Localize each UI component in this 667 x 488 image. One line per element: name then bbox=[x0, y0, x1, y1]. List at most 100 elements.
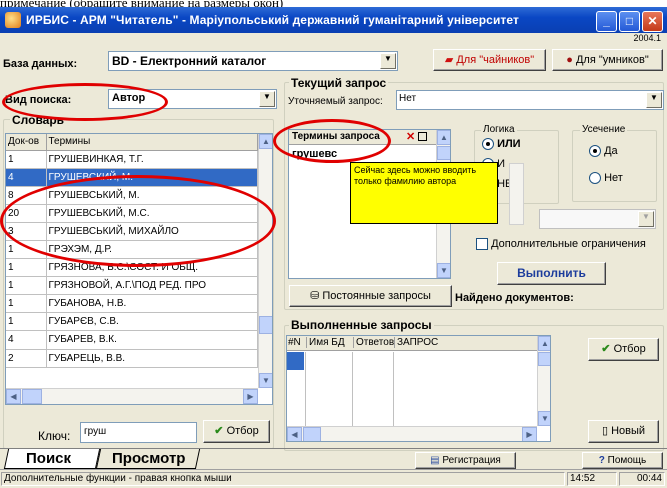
radio-icon bbox=[482, 138, 494, 151]
done-select-button[interactable]: ✔ Отбор bbox=[588, 338, 659, 361]
scroll-down-icon[interactable]: ▼ bbox=[538, 411, 550, 426]
list-item[interactable]: 2 ГУБАРЕЦЬ, В.В. bbox=[6, 349, 258, 368]
docs-count: 4 bbox=[6, 330, 47, 350]
truncation-no-option[interactable]: Нет bbox=[589, 172, 623, 185]
novice-button[interactable]: ▰ Для "чайников" bbox=[433, 49, 546, 71]
version-label: 2004.1 bbox=[633, 33, 661, 43]
truncation-yes-option[interactable]: Да bbox=[589, 145, 618, 158]
docs-count: 1 bbox=[6, 150, 47, 169]
maximize-button[interactable]: □ bbox=[619, 11, 640, 32]
scroll-down-icon[interactable]: ▼ bbox=[259, 373, 272, 388]
list-item[interactable]: 1 ГРЯЗНОВОЙ, А.Г.\ПОД РЕД. ПРО bbox=[6, 276, 258, 296]
close-button[interactable]: ✕ bbox=[642, 11, 663, 32]
new-query-button[interactable]: ▯ Новый bbox=[588, 420, 659, 443]
database-value: BD - Електронний каталог bbox=[112, 54, 267, 68]
window-title: ИРБИС - АРМ "Читатель" - Маріупольський … bbox=[26, 13, 519, 27]
extra-restrictions-checkbox[interactable]: Дополнительные ограничения bbox=[476, 238, 646, 251]
scroll-thumb[interactable] bbox=[538, 352, 550, 366]
logic-or-label: ИЛИ bbox=[497, 138, 521, 150]
truncation-group bbox=[572, 130, 657, 202]
scroll-up-icon[interactable]: ▲ bbox=[538, 336, 550, 351]
done-vscroll[interactable]: ▲ ▼ bbox=[537, 336, 550, 426]
key-input[interactable]: груш bbox=[80, 422, 197, 443]
annotation-oval-search-type bbox=[2, 83, 168, 121]
terms-column-header[interactable]: Термины bbox=[46, 134, 258, 151]
col-divider bbox=[305, 352, 306, 426]
dictionary-vscroll[interactable]: ▲ ▼ bbox=[258, 134, 272, 388]
scroll-thumb[interactable] bbox=[22, 389, 42, 404]
list-item[interactable]: 1 ГУБАРЄВ, С.В. bbox=[6, 312, 258, 332]
chevron-down-icon[interactable]: ▼ bbox=[380, 53, 396, 69]
register-button[interactable]: ▤ Регистрация bbox=[415, 452, 516, 469]
selected-row-marker[interactable] bbox=[287, 352, 304, 370]
key-value: груш bbox=[84, 426, 107, 437]
truncation-no-label: Нет bbox=[604, 172, 623, 184]
refine-query-label: Уточняемый запрос: bbox=[288, 96, 383, 107]
tab-search-label: Поиск bbox=[26, 450, 72, 467]
expert-button[interactable]: ● Для "умников" bbox=[552, 49, 663, 71]
scroll-left-icon[interactable]: ◀ bbox=[6, 389, 21, 404]
irbis-app-icon bbox=[5, 12, 21, 28]
help-icon: ? bbox=[598, 455, 605, 466]
status-elapsed: 00:44 bbox=[619, 472, 665, 486]
permanent-queries-button[interactable]: ⛁ Постоянные запросы bbox=[289, 285, 452, 307]
database-label: База данных: bbox=[3, 58, 78, 70]
term-text: ГРЯЗНОВОЙ, А.Г.\ПОД РЕД. ПРО bbox=[46, 276, 258, 296]
docs-count: 1 bbox=[6, 258, 47, 278]
col-dbname[interactable]: Имя БД bbox=[306, 337, 345, 348]
term-text: ГУБАРЕВ, В.К. bbox=[46, 330, 258, 350]
refine-query-select[interactable]: Нет ▼ bbox=[396, 90, 664, 110]
status-time: 14:52 bbox=[567, 472, 617, 486]
list-item[interactable]: 1 ГУБАНОВА, Н.В. bbox=[6, 294, 258, 314]
scroll-right-icon[interactable]: ▶ bbox=[522, 427, 537, 441]
restriction-select[interactable]: ▼ bbox=[539, 209, 656, 229]
checkmark-icon: ✔ bbox=[214, 425, 224, 437]
list-item[interactable]: 4 ГУБАРЕВ, В.К. bbox=[6, 330, 258, 350]
radio-icon bbox=[589, 145, 601, 158]
tab-view-label: Просмотр bbox=[112, 450, 186, 467]
delete-term-icon[interactable]: ✕ bbox=[406, 130, 415, 143]
help-button[interactable]: ? Помощь bbox=[582, 452, 663, 469]
expert-button-label: Для "умников" bbox=[575, 54, 649, 66]
scroll-left-icon[interactable]: ◀ bbox=[287, 427, 302, 441]
col-number[interactable]: #N bbox=[288, 337, 301, 348]
scroll-down-icon[interactable]: ▼ bbox=[437, 263, 450, 278]
docs-column-header[interactable]: Док-ов bbox=[6, 134, 47, 151]
tooltip-scroll-ghost bbox=[509, 163, 524, 225]
register-icon: ▤ bbox=[430, 455, 440, 466]
scroll-thumb[interactable] bbox=[303, 427, 321, 441]
term-text: ГУБАРЄВ, С.В. bbox=[46, 312, 258, 332]
dictionary-hscroll[interactable]: ◀ ▶ bbox=[6, 388, 258, 404]
done-queries-table[interactable]: #N Имя БД Ответов ЗАПРОС ▲ ▼ ◀ ▶ bbox=[286, 335, 551, 442]
chevron-down-icon[interactable]: ▼ bbox=[259, 91, 275, 107]
dictionary-select-button[interactable]: ✔ Отбор bbox=[203, 420, 270, 443]
minimize-button[interactable]: _ bbox=[596, 11, 617, 32]
col-divider bbox=[393, 352, 394, 426]
done-hscroll[interactable]: ◀ ▶ bbox=[287, 426, 537, 441]
radio-icon bbox=[589, 172, 601, 185]
list-item[interactable]: 1 ГРУШЕВИНКАЯ, Т.Г. bbox=[6, 150, 258, 169]
scroll-thumb[interactable] bbox=[437, 146, 450, 160]
docs-count: 1 bbox=[6, 276, 47, 296]
new-query-label: Новый bbox=[611, 425, 646, 437]
docs-count: 1 bbox=[6, 294, 47, 314]
edit-term-icon[interactable] bbox=[418, 132, 427, 141]
found-documents-label: Найдено документов: bbox=[455, 292, 574, 304]
col-answers[interactable]: Ответов bbox=[353, 337, 394, 348]
run-query-button[interactable]: Выполнить bbox=[497, 262, 606, 285]
permanent-queries-label: Постоянные запросы bbox=[322, 290, 431, 302]
dictionary-list[interactable]: Док-ов Термины 1 ГРУШЕВИНКАЯ, Т.Г. 4 ГРУШЕ… bbox=[5, 133, 273, 405]
chevron-down-icon[interactable]: ▼ bbox=[646, 92, 662, 108]
done-queries-title: Выполненные запросы bbox=[289, 318, 434, 332]
scroll-thumb[interactable] bbox=[259, 316, 272, 334]
scroll-right-icon[interactable]: ▶ bbox=[243, 389, 258, 404]
hint-tooltip: Сейчас здесь можно вводить только фамили… bbox=[350, 162, 498, 224]
col-query[interactable]: ЗАПРОС bbox=[394, 337, 438, 348]
logic-or-option[interactable]: ИЛИ bbox=[482, 138, 521, 151]
database-select[interactable]: BD - Електронний каталог ▼ bbox=[108, 51, 398, 71]
scroll-up-icon[interactable]: ▲ bbox=[437, 130, 450, 145]
help-label: Помощь bbox=[607, 455, 647, 466]
chevron-down-icon[interactable]: ▼ bbox=[638, 211, 654, 227]
scroll-up-icon[interactable]: ▲ bbox=[259, 134, 272, 149]
key-label: Ключ: bbox=[38, 429, 71, 443]
